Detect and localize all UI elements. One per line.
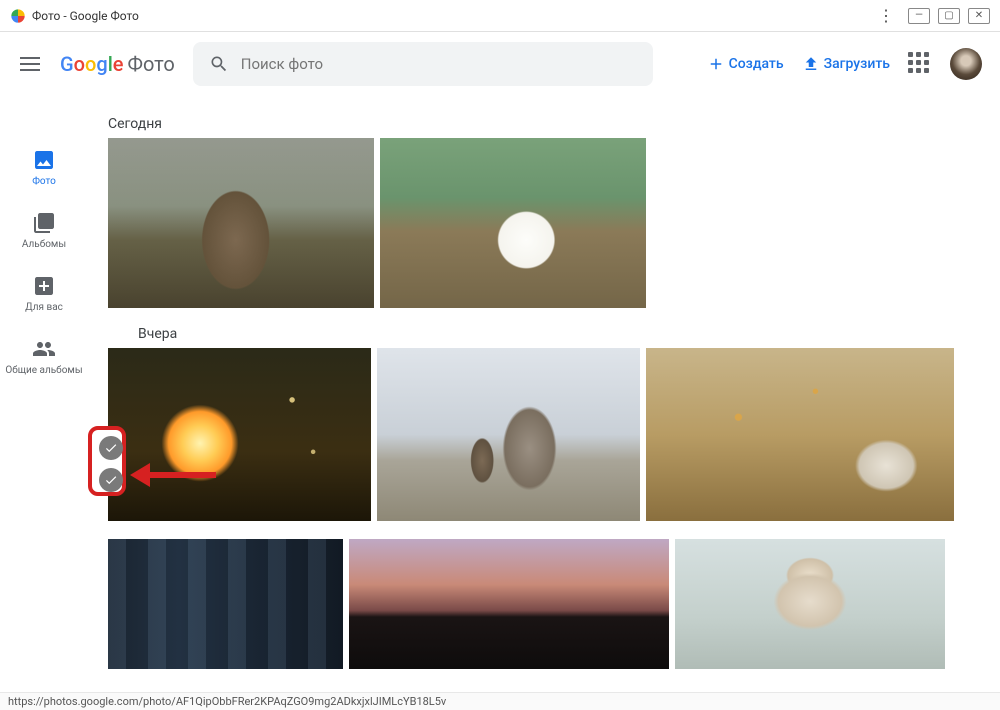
sidebar-item-label: Для вас [25, 302, 63, 313]
shared-icon [32, 337, 56, 361]
albums-icon [32, 211, 56, 235]
foryou-icon [32, 274, 56, 298]
google-photos-logo[interactable]: Google Фото [60, 52, 175, 76]
sidebar-item-foryou[interactable]: Для вас [0, 262, 88, 325]
photo-thumbnail[interactable] [349, 539, 669, 669]
app-pinwheel-icon [10, 8, 26, 24]
sidebar: Фото Альбомы Для вас Общие альбомы [0, 96, 88, 692]
minimize-button[interactable]: ― [908, 8, 930, 24]
upload-button[interactable]: Загрузить [802, 55, 890, 73]
photos-icon [32, 148, 56, 172]
photo-thumbnail[interactable] [646, 348, 954, 521]
section-header-yesterday: Вчера [108, 326, 980, 342]
window-titlebar: Фото - Google Фото ⋮ ― ▢ ✕ [0, 0, 1000, 32]
section-header-today: Сегодня [108, 116, 980, 132]
sidebar-item-shared[interactable]: Общие альбомы [0, 325, 88, 388]
photo-thumbnail[interactable] [108, 348, 371, 521]
hamburger-menu-icon[interactable] [18, 52, 42, 76]
photo-thumbnail[interactable] [108, 138, 374, 308]
kebab-menu-icon[interactable]: ⋮ [872, 6, 900, 25]
search-icon [209, 54, 229, 74]
plus-icon [707, 55, 725, 73]
status-url: https://photos.google.com/photo/AF1QipOb… [8, 695, 446, 708]
photo-thumbnail[interactable] [108, 539, 343, 669]
photo-thumbnail[interactable] [377, 348, 640, 521]
close-button[interactable]: ✕ [968, 8, 990, 24]
status-bar: https://photos.google.com/photo/AF1QipOb… [0, 692, 1000, 710]
google-apps-icon[interactable] [908, 52, 932, 76]
sidebar-item-label: Альбомы [22, 239, 66, 250]
photo-thumbnail[interactable] [675, 539, 945, 669]
photo-thumbnail[interactable] [380, 138, 646, 308]
create-button[interactable]: Создать [707, 55, 784, 73]
sidebar-item-label: Общие альбомы [5, 365, 82, 376]
window-title: Фото - Google Фото [32, 9, 139, 23]
sidebar-item-label: Фото [32, 176, 56, 187]
upload-icon [802, 55, 820, 73]
header: Google Фото Создать Загрузить [0, 32, 1000, 96]
sidebar-item-albums[interactable]: Альбомы [0, 199, 88, 262]
sidebar-item-photos[interactable]: Фото [0, 136, 88, 199]
account-avatar[interactable] [950, 48, 982, 80]
search-bar[interactable] [193, 42, 653, 86]
maximize-button[interactable]: ▢ [938, 8, 960, 24]
search-input[interactable] [229, 55, 637, 73]
photo-grid: Сегодня Вчера [88, 96, 1000, 692]
